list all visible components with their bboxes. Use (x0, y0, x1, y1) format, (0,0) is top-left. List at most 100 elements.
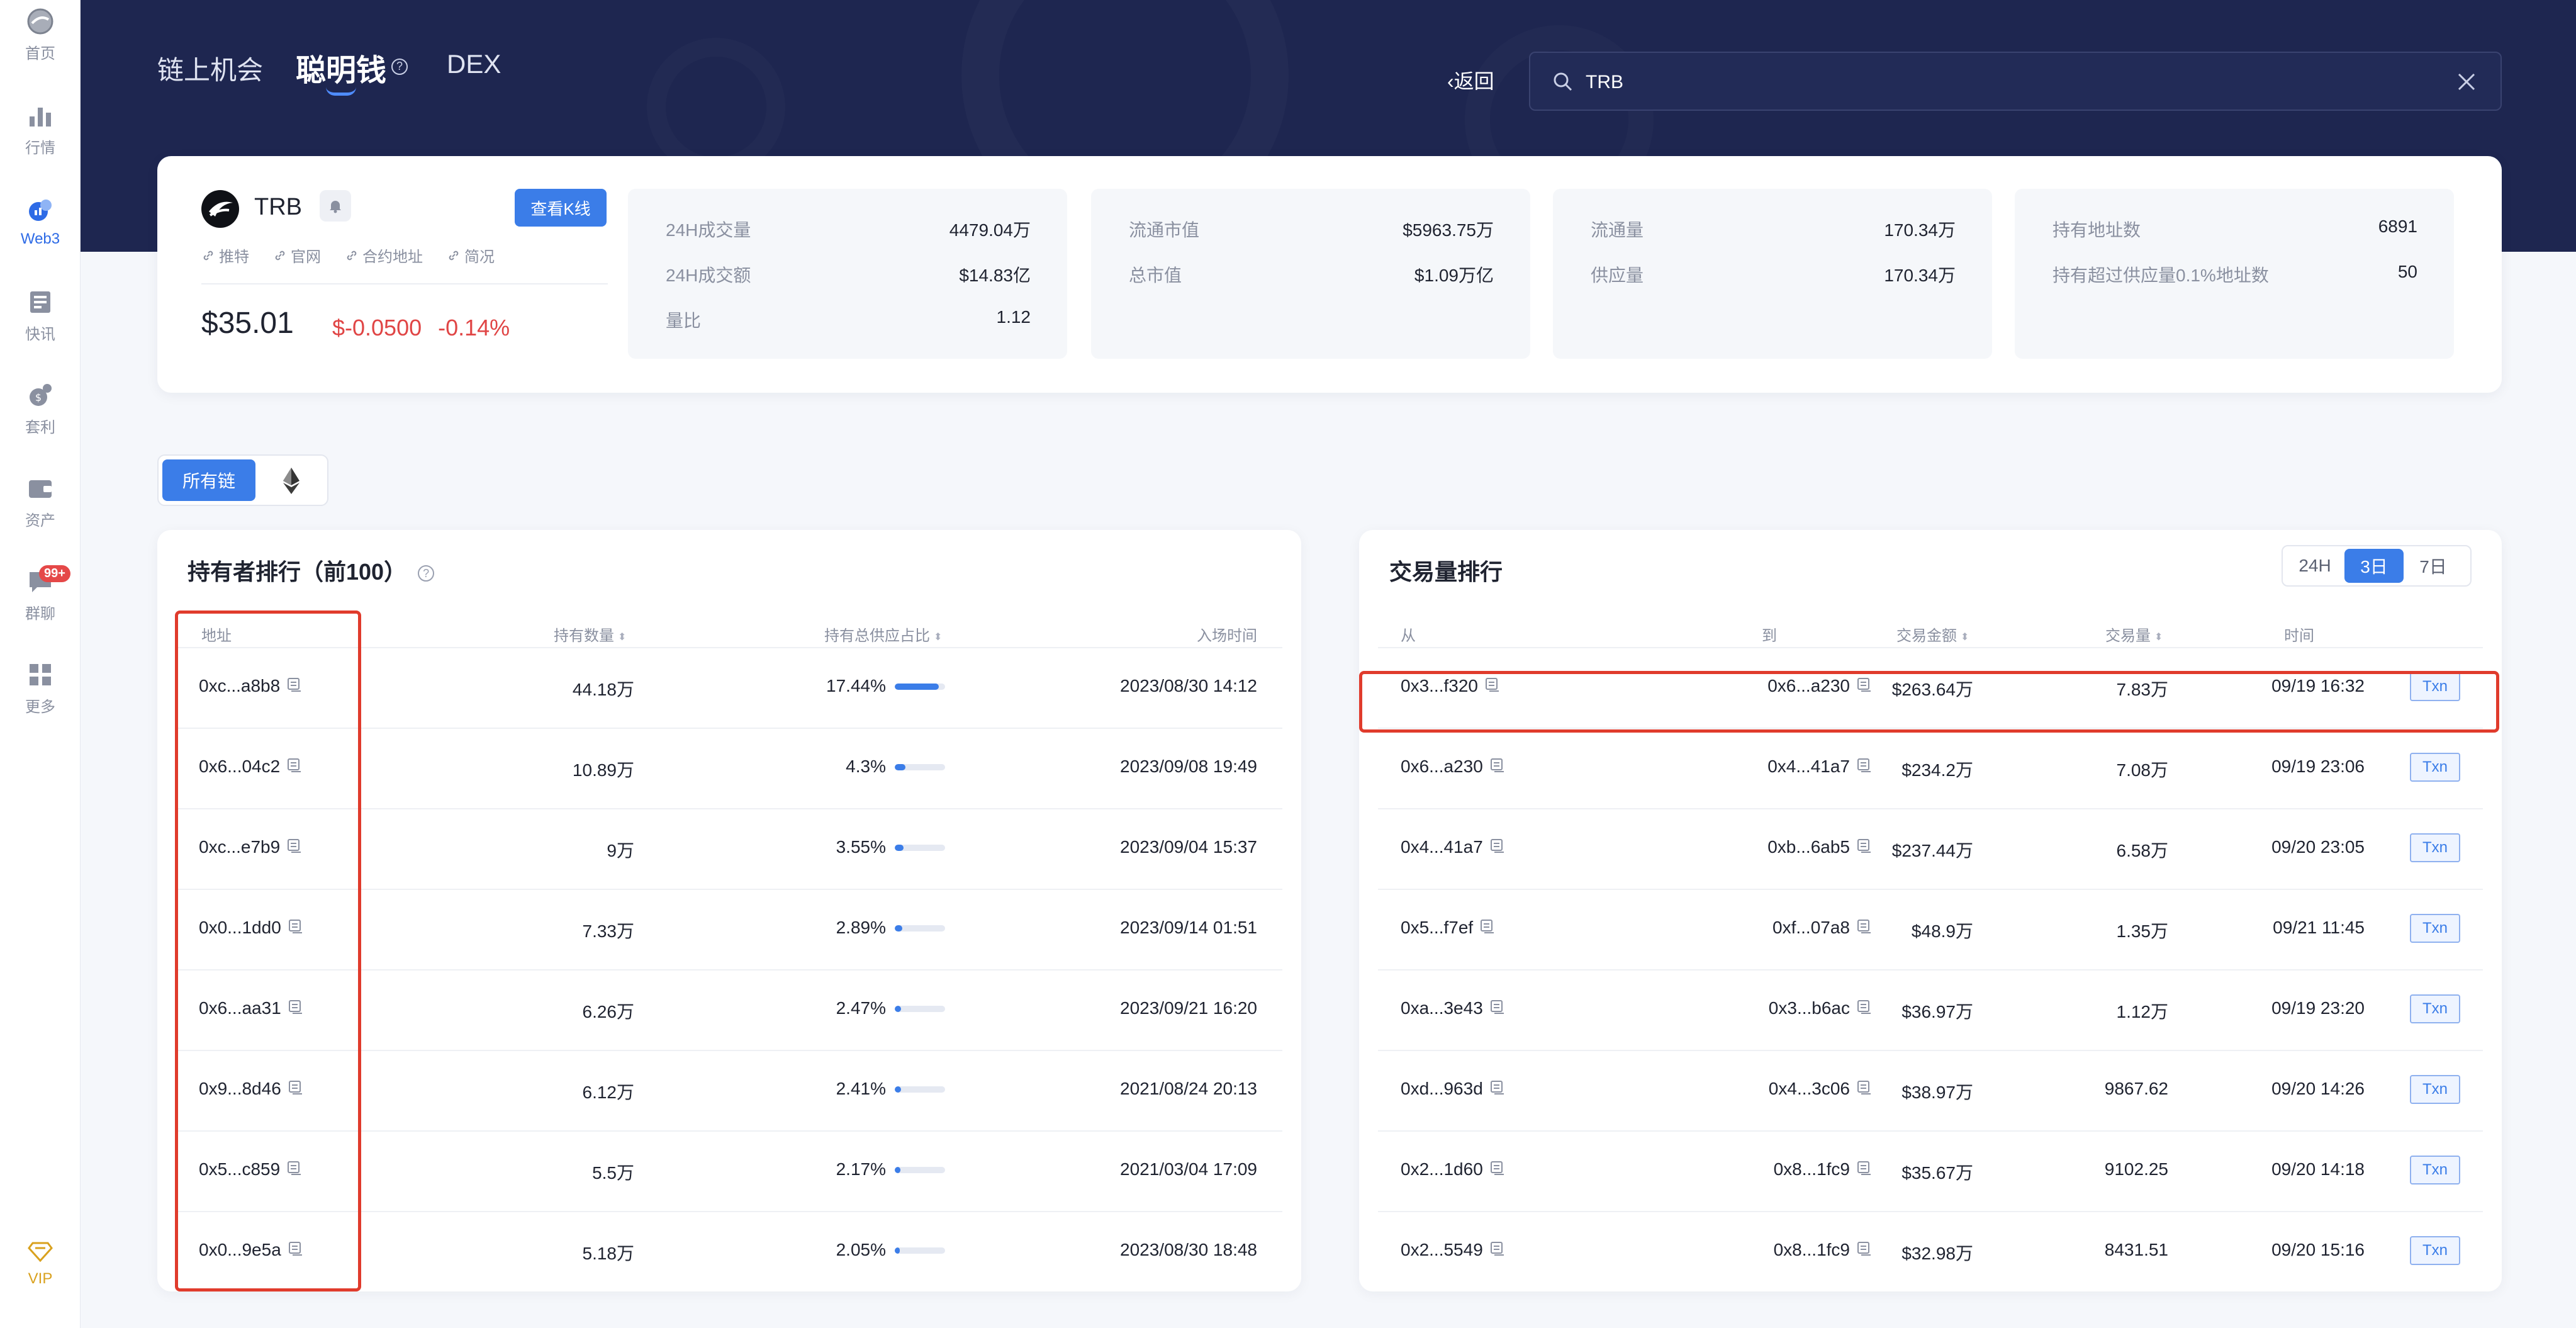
left-sidebar: 首页 行情 Web3 快讯 $ 套利 资产 群聊 99+ 更多 VIP (0, 0, 81, 1328)
sidebar-item-more[interactable]: 更多 (0, 653, 81, 723)
copy-icon[interactable] (1489, 1079, 1506, 1100)
column-header-value[interactable]: 交易金额 ⬍ (1896, 623, 1969, 645)
txn-button[interactable]: Txn (2410, 1236, 2460, 1265)
copy-icon[interactable] (1856, 1241, 1873, 1261)
period-3d[interactable]: 3日 (2344, 549, 2404, 583)
holder-address[interactable]: 0x6...aa31 (199, 998, 304, 1020)
row-divider (176, 728, 1282, 729)
tx-from-address[interactable]: 0x4...41a7 (1401, 837, 1506, 858)
holder-address[interactable]: 0xc...a8b8 (199, 676, 303, 697)
sidebar-item-arbitrage[interactable]: $ 套利 (0, 374, 81, 443)
copy-icon[interactable] (1856, 918, 1873, 939)
txn-button[interactable]: Txn (2410, 833, 2460, 862)
copy-icon[interactable] (1856, 838, 1873, 858)
tx-to-address[interactable]: 0xf...07a8 (1772, 918, 1873, 939)
tx-to-address[interactable]: 0x4...41a7 (1767, 757, 1873, 778)
copy-icon[interactable] (1489, 757, 1506, 778)
copy-icon[interactable] (1856, 1079, 1873, 1100)
copy-icon[interactable] (1484, 677, 1501, 697)
sidebar-item-web3[interactable]: Web3 (0, 188, 81, 257)
copy-icon[interactable] (286, 677, 303, 697)
txn-button[interactable]: Txn (2410, 672, 2460, 701)
clear-icon[interactable] (2455, 70, 2478, 96)
copy-icon[interactable] (1856, 677, 1873, 697)
copy-icon[interactable] (286, 757, 303, 778)
ethereum-icon[interactable] (271, 462, 312, 500)
copy-icon[interactable] (286, 838, 303, 858)
txn-button[interactable]: Txn (2410, 994, 2460, 1023)
txn-button[interactable]: Txn (2410, 1156, 2460, 1185)
copy-icon[interactable] (288, 918, 304, 939)
period-24h[interactable]: 24H (2285, 549, 2344, 583)
copy-icon[interactable] (1856, 757, 1873, 778)
row-divider (1378, 647, 2483, 648)
copy-icon[interactable] (1489, 838, 1506, 858)
tx-from-address[interactable]: 0x2...5549 (1401, 1240, 1506, 1261)
tab-dex[interactable]: DEX (447, 49, 501, 79)
copy-icon[interactable] (288, 1241, 304, 1261)
help-icon[interactable]: ? (391, 58, 408, 75)
holder-address[interactable]: 0x6...04c2 (199, 757, 303, 778)
view-kline-button[interactable]: 查看K线 (515, 189, 607, 227)
share-progress-bar (895, 925, 945, 931)
copy-icon[interactable] (1489, 1160, 1506, 1181)
holder-address[interactable]: 0x0...1dd0 (199, 918, 304, 939)
tx-from-address[interactable]: 0xd...963d (1401, 1079, 1506, 1100)
price-change-abs: $-0.0500 (332, 315, 422, 340)
link-twitter[interactable]: 推特 (203, 244, 249, 266)
tx-from-address[interactable]: 0x3...f320 (1401, 676, 1501, 697)
holder-address[interactable]: 0x5...c859 (199, 1159, 303, 1181)
tx-from-address[interactable]: 0x5...f7ef (1401, 918, 1496, 939)
tx-to-address[interactable]: 0x4...3c06 (1769, 1079, 1873, 1100)
copy-icon[interactable] (1489, 1241, 1506, 1261)
holder-entry-time: 2023/09/14 01:51 (1120, 918, 1257, 937)
link-overview[interactable]: 简况 (448, 244, 495, 266)
sidebar-item-vip[interactable]: VIP (0, 1227, 81, 1297)
sidebar-item-assets[interactable]: 资产 (0, 467, 81, 536)
copy-icon[interactable] (1856, 1160, 1873, 1181)
link-contract-address[interactable]: 合约地址 (346, 244, 423, 266)
holder-address[interactable]: 0x9...8d46 (199, 1079, 304, 1100)
holder-address[interactable]: 0xc...e7b9 (199, 837, 303, 858)
column-header-amount[interactable]: 持有数量 ⬍ (554, 623, 626, 645)
sidebar-item-news[interactable]: 快讯 (0, 281, 81, 350)
bell-icon[interactable] (320, 190, 351, 222)
period-7d[interactable]: 7日 (2404, 549, 2463, 583)
sidebar-item-chat[interactable]: 群聊 99+ (0, 560, 81, 629)
search-input[interactable] (1586, 65, 2429, 99)
share-progress-fill (895, 845, 904, 851)
help-icon[interactable]: ? (418, 565, 435, 582)
stat-value: 50 (2397, 262, 2417, 281)
tx-from-address[interactable]: 0x2...1d60 (1401, 1159, 1506, 1181)
tx-from-address[interactable]: 0x6...a230 (1401, 757, 1506, 778)
tx-to-address[interactable]: 0x6...a230 (1767, 676, 1873, 697)
txn-button[interactable]: Txn (2410, 753, 2460, 782)
copy-icon[interactable] (286, 1160, 303, 1181)
search-bar[interactable] (1529, 52, 2502, 111)
tx-to-address[interactable]: 0x3...b6ac (1769, 998, 1873, 1020)
tab-onchain-opportunity[interactable]: 链上机会 (157, 49, 263, 87)
tx-quantity: 9102.25 (2104, 1159, 2168, 1179)
copy-icon[interactable] (1479, 918, 1496, 939)
holder-address[interactable]: 0x0...9e5a (199, 1240, 304, 1261)
tab-smart-money[interactable]: 聪明钱? (296, 45, 408, 96)
txn-button[interactable]: Txn (2410, 914, 2460, 943)
txn-button[interactable]: Txn (2410, 1075, 2460, 1104)
tx-to-address[interactable]: 0xb...6ab5 (1767, 837, 1873, 858)
back-button[interactable]: ‹返回 (1447, 65, 1494, 94)
stat-label: 流通市值 (1129, 220, 1200, 240)
link-website[interactable]: 官网 (274, 244, 321, 266)
sidebar-item-market[interactable]: 行情 (0, 94, 81, 164)
sidebar-item-label: 首页 (25, 45, 55, 62)
column-header-share[interactable]: 持有总供应占比 ⬍ (824, 623, 942, 645)
chain-all-button[interactable]: 所有链 (162, 459, 255, 501)
tx-to-address[interactable]: 0x8...1fc9 (1774, 1159, 1873, 1181)
copy-icon[interactable] (1489, 999, 1506, 1020)
copy-icon[interactable] (1856, 999, 1873, 1020)
copy-icon[interactable] (288, 1079, 304, 1100)
column-header-quantity[interactable]: 交易量 ⬍ (2105, 623, 2163, 645)
sidebar-item-home[interactable]: 首页 (0, 0, 81, 69)
copy-icon[interactable] (288, 999, 304, 1020)
tx-to-address[interactable]: 0x8...1fc9 (1774, 1240, 1873, 1261)
tx-from-address[interactable]: 0xa...3e43 (1401, 998, 1506, 1020)
